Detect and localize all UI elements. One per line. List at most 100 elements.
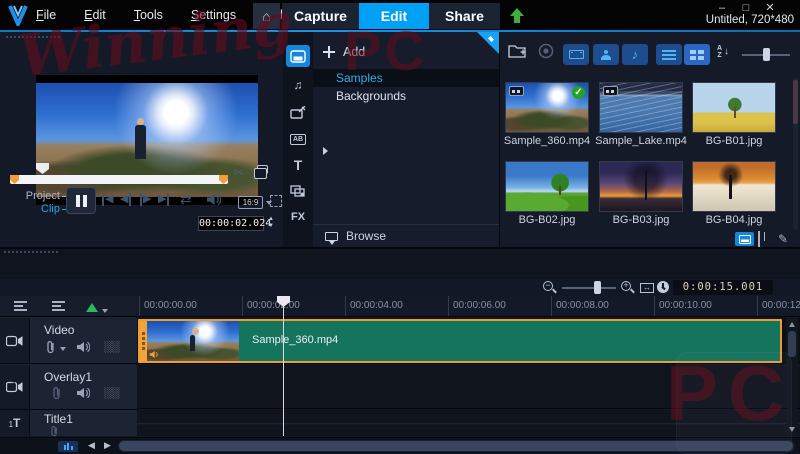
folder-samples[interactable]: Samples: [313, 69, 499, 87]
ripple-caret-icon[interactable]: [60, 347, 66, 351]
tab-share[interactable]: Share: [429, 3, 500, 29]
clip-grip[interactable]: [140, 321, 147, 361]
volume-icon[interactable]: [206, 193, 221, 206]
tab-capture[interactable]: Capture: [282, 3, 359, 29]
overlay-track-header[interactable]: 1 Overlay1 ░░: [0, 365, 137, 410]
timeline-clip-sample360[interactable]: Sample_360.mp4: [138, 319, 782, 363]
track-mute-icon[interactable]: [76, 341, 90, 353]
add-remove-track-icon[interactable]: [52, 301, 65, 311]
library-scrollbar-thumb[interactable]: [793, 80, 798, 124]
scroll-left-icon[interactable]: ◀: [88, 440, 95, 451]
ripple-edit-icon[interactable]: [52, 386, 62, 400]
video-track-row[interactable]: Sample_360.mp4: [137, 318, 800, 364]
fit-timeline-icon[interactable]: ↔: [640, 283, 654, 293]
scrubber-bar[interactable]: [10, 175, 228, 184]
nav-title-icon[interactable]: T: [286, 154, 310, 176]
filter-photos-button[interactable]: [593, 44, 619, 65]
track-mute-icon[interactable]: [76, 387, 90, 399]
track-transparency-icon[interactable]: ░░: [104, 388, 120, 399]
nav-overlay-icon[interactable]: [286, 180, 310, 202]
edit-options-button[interactable]: ✎: [778, 232, 788, 246]
filter-audio-button[interactable]: ♪: [622, 44, 648, 65]
timeline-zoom-slider-handle[interactable]: [594, 281, 601, 294]
track-transparency-icon[interactable]: ░░: [104, 342, 120, 353]
media-item-bgb04[interactable]: [692, 161, 776, 212]
pause-button[interactable]: [66, 187, 96, 214]
title-track-row[interactable]: [137, 410, 800, 424]
timeline-ruler[interactable]: 00:00:00.00 00:00:02.00 00:00:04.00 00:0…: [137, 296, 800, 317]
media-item-bgb02[interactable]: [505, 161, 589, 212]
aspect-ratio-button[interactable]: 16:9: [238, 196, 263, 209]
panel-grip[interactable]: [4, 251, 58, 253]
media-item-bgb01[interactable]: [692, 82, 776, 133]
show-options-panel-button[interactable]: [758, 231, 760, 247]
filter-videos-button[interactable]: [563, 44, 589, 65]
nav-transition-icon[interactable]: AB: [286, 128, 310, 150]
pin-icon[interactable]: [477, 32, 499, 54]
project-duration-timecode[interactable]: 0:00:15.001: [673, 280, 773, 295]
library-scrollbar[interactable]: [793, 78, 798, 230]
timeline-vertical-scrollbar[interactable]: [786, 318, 798, 436]
list-view-button[interactable]: [656, 44, 682, 65]
title-track-header[interactable]: 1T Title1: [0, 410, 137, 437]
timeline-zoom-slider[interactable]: [562, 287, 616, 289]
update-arrow-icon[interactable]: [510, 8, 524, 24]
home-button[interactable]: ⌂: [253, 3, 280, 29]
preview-video[interactable]: [36, 75, 258, 205]
nav-media-icon[interactable]: [286, 45, 310, 67]
duration-clock-icon[interactable]: [657, 281, 669, 293]
track-options-caret-icon[interactable]: [102, 309, 108, 313]
clip-mode-label[interactable]: Clip: [14, 203, 60, 215]
split-clip-icon[interactable]: ✂: [233, 164, 245, 181]
scroll-right-icon[interactable]: ▶: [104, 440, 111, 451]
show-library-button[interactable]: [735, 232, 754, 246]
zoom-out-icon[interactable]: −: [543, 281, 557, 295]
timecode-down-icon[interactable]: ▼: [267, 223, 275, 229]
browse-button[interactable]: Browse: [313, 224, 499, 247]
preview-timecode[interactable]: 00:00:02.024: [198, 216, 271, 231]
grid-view-button[interactable]: [684, 44, 710, 65]
grab-frame-icon[interactable]: [254, 165, 268, 179]
media-item-sample360[interactable]: ✓: [505, 82, 589, 133]
media-item-samplelake[interactable]: [599, 82, 683, 133]
scrollbar-thumb[interactable]: [119, 441, 793, 451]
capture-options-icon[interactable]: [538, 43, 554, 59]
timecode-up-icon[interactable]: ▲: [267, 216, 275, 222]
nav-instant-project-icon[interactable]: [286, 101, 310, 123]
go-to-end-button[interactable]: ▶: [158, 193, 170, 206]
zoom-in-icon[interactable]: +: [621, 281, 635, 295]
scroll-up-icon[interactable]: [789, 322, 795, 327]
timeline-empty-area[interactable]: [137, 425, 800, 436]
project-mode-label[interactable]: Project: [14, 190, 60, 202]
track-height-button[interactable]: [58, 441, 78, 452]
expand-icon[interactable]: [323, 147, 328, 155]
menu-file[interactable]: File: [34, 6, 58, 24]
ripple-edit-icon[interactable]: [46, 340, 56, 354]
playhead-line[interactable]: [283, 296, 284, 436]
thumb-size-slider-handle[interactable]: [763, 48, 770, 61]
menu-edit[interactable]: Edit: [82, 6, 108, 24]
import-media-icon[interactable]: [508, 43, 528, 58]
go-to-start-button[interactable]: ◀: [102, 193, 113, 206]
scrollbar-thumb[interactable]: [788, 331, 796, 357]
menu-settings[interactable]: Settings: [189, 6, 238, 24]
scroll-down-icon[interactable]: [789, 427, 795, 432]
tab-edit[interactable]: Edit: [359, 3, 429, 29]
overlay-track-row[interactable]: [137, 365, 800, 409]
chroma-key-icon[interactable]: [86, 303, 98, 312]
add-folder-icon[interactable]: [323, 46, 335, 58]
media-item-bgb03[interactable]: [599, 161, 683, 212]
panel-grip[interactable]: [6, 36, 60, 38]
previous-frame-button[interactable]: ◀: [120, 193, 132, 206]
timeline-horizontal-scrollbar[interactable]: [118, 440, 795, 452]
folder-backgrounds[interactable]: Backgrounds: [313, 87, 499, 155]
sort-icon[interactable]: AZ: [717, 45, 722, 59]
track-manager-icon[interactable]: [14, 301, 27, 311]
menu-tools[interactable]: Tools: [132, 6, 165, 24]
add-folder-label[interactable]: Add: [343, 45, 365, 59]
next-frame-button[interactable]: ▶: [140, 193, 151, 206]
nav-audio-icon[interactable]: ♫: [286, 74, 310, 96]
nav-filter-icon[interactable]: FX: [286, 206, 310, 228]
ripple-edit-icon[interactable]: [50, 425, 59, 437]
repeat-icon[interactable]: ⇄: [180, 191, 192, 208]
